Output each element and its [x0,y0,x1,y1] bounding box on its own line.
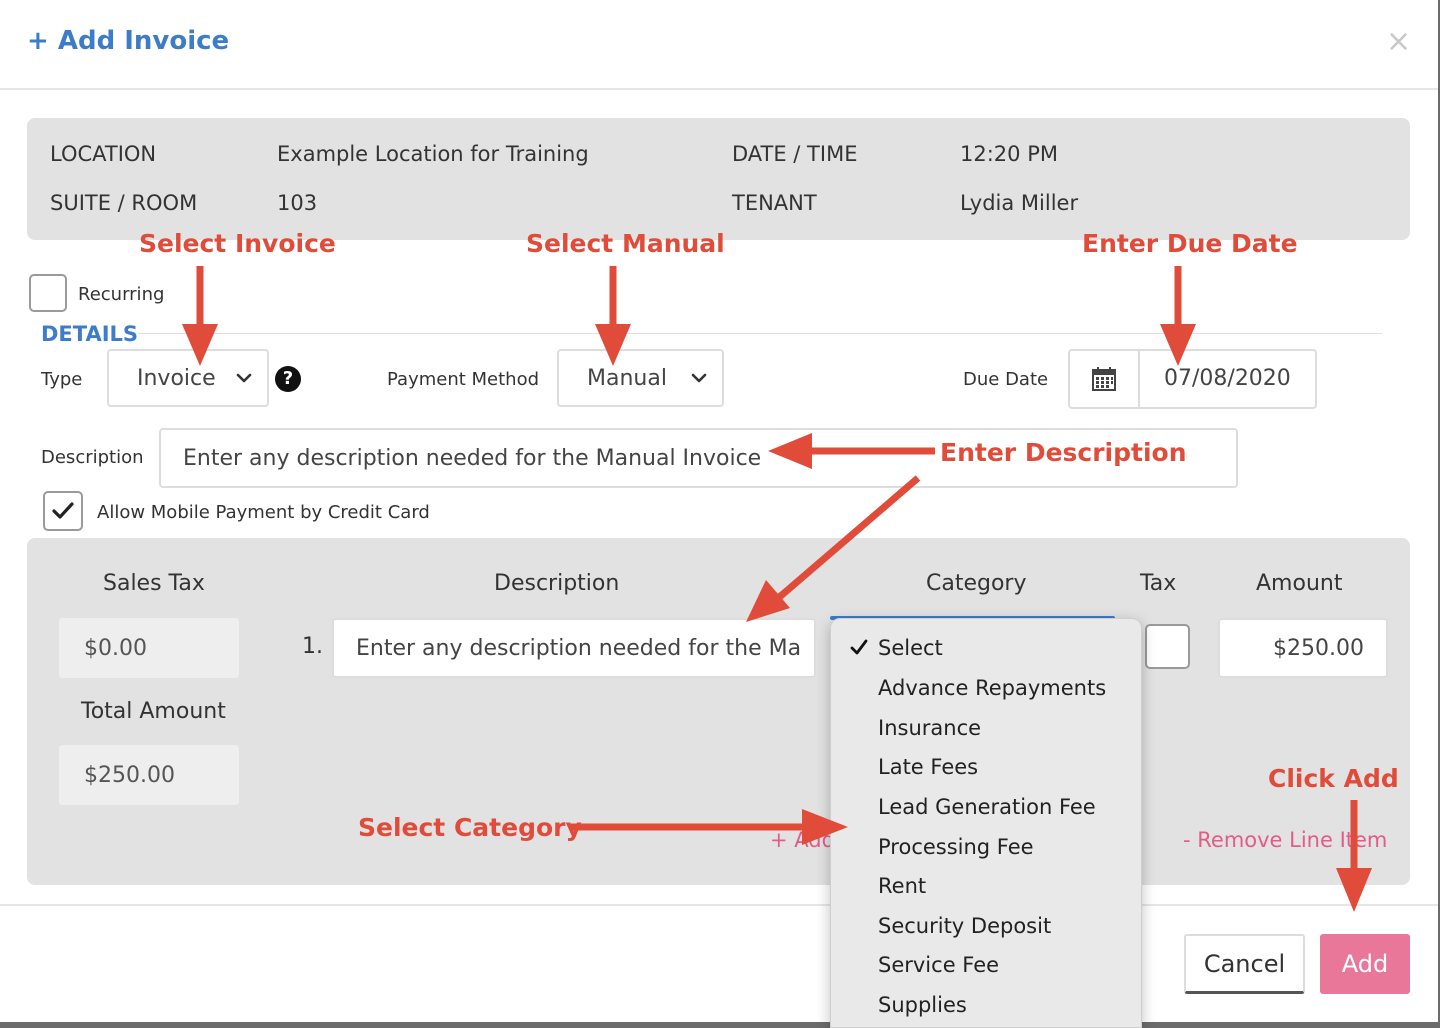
category-header: Category [926,571,1027,596]
tenant-label: TENANT [732,191,817,215]
payment-method-value: Manual [587,365,667,391]
recurring-label: Recurring [78,284,165,305]
category-option[interactable]: Late Fees [878,755,978,779]
mobile-payment-label: Allow Mobile Payment by Credit Card [97,502,430,523]
add-invoice-modal: + Add Invoice × LOCATION Example Locatio… [0,0,1438,1022]
category-option[interactable]: Rent [878,874,926,898]
category-option[interactable]: Service Fee [878,953,999,977]
annotation-enter-description: Enter Description [940,438,1187,467]
annotation-enter-due-date: Enter Due Date [1082,229,1298,258]
suite-value: 103 [277,191,318,215]
line-item-description-input[interactable]: Enter any description needed for the Ma [332,618,816,678]
recurring-checkbox[interactable] [29,274,67,312]
sales-tax-value: $0.00 [59,618,239,678]
description-label: Description [41,447,144,468]
chevron-down-icon [691,373,707,383]
details-heading: DETAILS [41,322,139,346]
close-icon[interactable]: × [1386,24,1411,59]
line-item-description-value: Enter any description needed for the Ma [356,635,802,661]
category-option[interactable]: Insurance [878,716,981,740]
location-value: Example Location for Training [277,142,589,166]
tax-header: Tax [1140,571,1177,596]
add-button[interactable]: Add [1320,934,1410,994]
category-option[interactable]: Supplies [878,993,967,1017]
datetime-label: DATE / TIME [732,142,858,166]
description-input-value: Enter any description needed for the Man… [183,445,762,471]
modal-title: + Add Invoice [27,26,230,56]
add-line-item-link[interactable]: + Add [770,828,835,852]
due-date-field[interactable]: 07/08/2020 [1068,349,1317,409]
total-amount-label: Total Amount [81,699,226,724]
mobile-payment-checkbox[interactable] [43,491,83,531]
type-label: Type [41,369,83,390]
cancel-button[interactable]: Cancel [1184,934,1305,994]
line-item-tax-checkbox[interactable] [1145,624,1190,669]
category-option[interactable]: Select [878,636,943,660]
remove-line-item-link[interactable]: - Remove Line Item [1183,828,1387,852]
description-header: Description [494,571,620,596]
details-divider [138,333,1382,334]
annotation-select-category: Select Category [358,813,582,842]
modal-header: + Add Invoice × [0,0,1438,90]
help-icon[interactable]: ? [275,366,301,392]
amount-header: Amount [1256,571,1343,596]
category-option[interactable]: Security Deposit [878,914,1051,938]
category-option[interactable]: Processing Fee [878,835,1034,859]
calendar-icon[interactable] [1070,351,1140,407]
type-select[interactable]: Invoice [107,349,269,407]
annotation-select-invoice: Select Invoice [139,229,336,258]
category-option[interactable]: Advance Repayments [878,676,1106,700]
due-date-value: 07/08/2020 [1164,366,1291,391]
checkmark-icon [850,639,868,655]
checkmark-icon [52,502,74,519]
category-dropdown[interactable]: Select Advance Repayments Insurance Late… [830,618,1142,1028]
category-option[interactable]: Lead Generation Fee [878,795,1096,819]
total-amount-value: $250.00 [59,745,239,805]
annotation-click-add: Click Add [1268,764,1399,793]
line-item-amount-input[interactable]: $250.00 [1218,618,1388,678]
payment-method-label: Payment Method [387,369,540,390]
sales-tax-header: Sales Tax [103,571,205,596]
due-date-label: Due Date [963,369,1049,390]
line-item-number: 1. [302,634,323,659]
type-select-value: Invoice [137,365,216,391]
datetime-value: 12:20 PM [960,142,1058,166]
tenant-value: Lydia Miller [960,191,1079,215]
invoice-summary-box: LOCATION Example Location for Training D… [27,118,1410,240]
location-label: LOCATION [50,142,157,166]
chevron-down-icon [236,373,252,383]
annotation-select-manual: Select Manual [526,229,725,258]
footer-divider [0,904,1438,906]
line-item-amount-value: $250.00 [1273,635,1364,661]
payment-method-select[interactable]: Manual [557,349,724,407]
suite-label: SUITE / ROOM [50,191,198,215]
